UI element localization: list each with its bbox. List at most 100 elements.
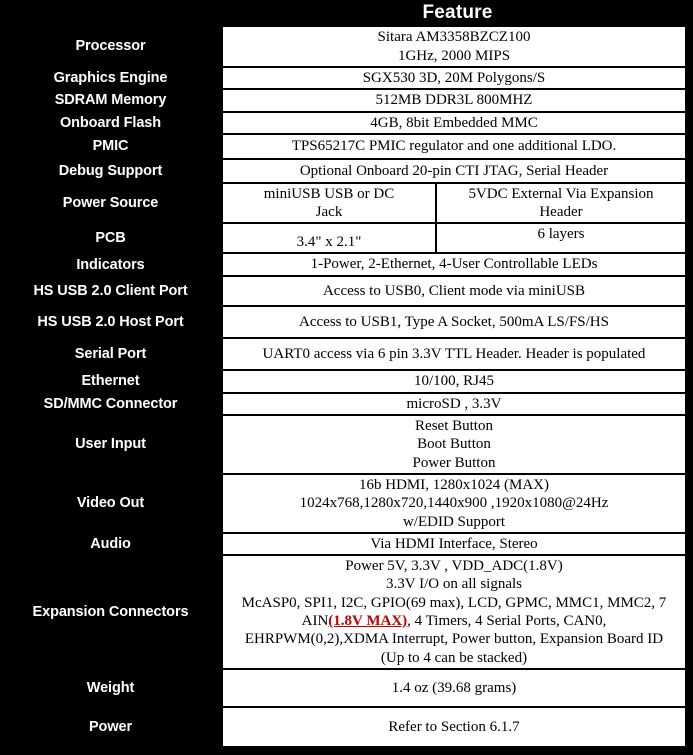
value-line: 1-Power, 2-Ethernet, 4-User Controllable…: [310, 256, 598, 273]
table-row: Audio Via HDMI Interface, Stereo: [0, 531, 693, 557]
value-line: Header: [539, 204, 583, 221]
row-label-graphics-engine: Graphics Engine: [0, 67, 222, 90]
value-line: 3.4" x 2.1": [296, 234, 362, 251]
table-row: Power Refer to Section 6.1.7: [0, 705, 693, 748]
row-label-ethernet: Ethernet: [0, 369, 222, 393]
value-line: McASP0, SPI1, I2C, GPIO(69 max), LCD, GP…: [241, 594, 667, 611]
row-value-debug-support: Optional Onboard 20-pin CTI JTAG, Serial…: [221, 157, 687, 184]
table-row: Onboard Flash 4GB, 8bit Embedded MMC: [0, 110, 693, 135]
row-value-onboard-flash: 4GB, 8bit Embedded MMC: [221, 110, 687, 135]
value-line: Access to USB0, Client mode via miniUSB: [322, 282, 586, 299]
row-value-hs-usb-host-port: Access to USB1, Type A Socket, 500mA LS/…: [221, 304, 687, 339]
value-line: Optional Onboard 20-pin CTI JTAG, Serial…: [299, 162, 609, 179]
right-edge: [686, 415, 693, 474]
value-line: EHRPWM(0,2),XDMA Interrupt, Power button…: [244, 631, 664, 648]
table-bottom-edge-row: [0, 746, 693, 755]
right-edge: [686, 275, 693, 306]
row-label-processor: Processor: [0, 26, 222, 67]
table-row: HS USB 2.0 Host Port Access to USB1, Typ…: [0, 304, 693, 339]
row-value-user-input: Reset Button Boot Button Power Button: [221, 414, 687, 475]
row-value-serial-port: UART0 access via 6 pin 3.3V TTL Header. …: [221, 336, 687, 371]
row-value-power-source-right: 5VDC External Via Expansion Header: [435, 181, 687, 225]
row-value-graphics-engine: SGX530 3D, 20M Polygons/S: [221, 65, 687, 91]
right-edge: [686, 532, 693, 556]
table-row: SD/MMC Connector microSD , 3.3V: [0, 391, 693, 417]
row-label-audio: Audio: [0, 532, 222, 556]
bottom-edge: [0, 746, 693, 755]
right-edge: [686, 392, 693, 416]
value-line: Sitara AM3358BZCZ100: [377, 29, 531, 46]
row-label-pmic: PMIC: [0, 133, 222, 159]
header-feature: Feature: [222, 0, 693, 26]
table-row: Graphics Engine SGX530 3D, 20M Polygons/…: [0, 65, 693, 91]
value-line: 5VDC External Via Expansion: [468, 185, 654, 202]
row-value-expansion-connectors: Power 5V, 3.3V , VDD_ADC(1.8V) 3.3V I/O …: [221, 554, 687, 670]
table-row: Expansion Connectors Power 5V, 3.3V , VD…: [0, 554, 693, 670]
value-line: SGX530 3D, 20M Polygons/S: [362, 70, 546, 86]
value-line: Jack: [315, 204, 343, 221]
row-value-pcb-right: 6 layers: [435, 222, 687, 255]
right-edge: [686, 89, 693, 112]
table-row: HS USB 2.0 Client Port Access to USB0, C…: [0, 274, 693, 307]
row-label-indicators: Indicators: [0, 253, 222, 276]
row-value-ethernet: 10/100, RJ45: [221, 368, 687, 394]
right-edge: [686, 555, 693, 669]
row-label-hs-usb-client-port: HS USB 2.0 Client Port: [0, 275, 222, 306]
value-line: Access to USB1, Type A Socket, 500mA LS/…: [299, 313, 609, 330]
table-row: PMIC TPS65217C PMIC regulator and one ad…: [0, 132, 693, 160]
table-row: Indicators 1-Power, 2-Ethernet, 4-User C…: [0, 252, 693, 277]
row-label-onboard-flash: Onboard Flash: [0, 111, 222, 134]
right-edge: [686, 26, 693, 67]
row-value-indicators: 1-Power, 2-Ethernet, 4-User Controllable…: [221, 252, 687, 277]
right-edge: [686, 111, 693, 134]
right-edge: [686, 706, 693, 747]
value-line-with-warning: AIN(1.8V MAX), 4 Timers, 4 Serial Ports,…: [226, 612, 682, 630]
value-line: 512MB DDR3L 800MHZ: [375, 92, 533, 109]
table-row: Processor Sitara AM3358BZCZ100 1GHz, 200…: [0, 25, 693, 68]
row-label-expansion-connectors: Expansion Connectors: [0, 555, 222, 669]
row-value-sd-mmc-connector: microSD , 3.3V: [221, 391, 687, 417]
right-edge: [686, 67, 693, 90]
row-value-sdram-memory: 512MB DDR3L 800MHZ: [221, 88, 687, 113]
row-value-weight: 1.4 oz (39.68 grams): [221, 667, 687, 708]
row-label-power: Power: [0, 706, 222, 747]
table-row: Weight 1.4 oz (39.68 grams): [0, 667, 693, 708]
row-value-power: Refer to Section 6.1.7: [221, 705, 687, 748]
value-line: miniUSB USB or DC: [263, 185, 395, 202]
table-row: Serial Port UART0 access via 6 pin 3.3V …: [0, 336, 693, 371]
row-label-serial-port: Serial Port: [0, 337, 222, 370]
row-label-power-source: Power Source: [0, 182, 222, 224]
value-line: w/EDID Support: [402, 513, 506, 530]
specification-table: Feature Processor Sitara AM3358BZCZ100 1…: [0, 0, 693, 755]
row-value-audio: Via HDMI Interface, Stereo: [221, 531, 687, 557]
right-edge: [686, 337, 693, 370]
value-line: UART0 access via 6 pin 3.3V TTL Header. …: [262, 345, 646, 362]
right-edge: [686, 253, 693, 276]
value-line: Power Button: [412, 454, 496, 471]
table-header-row: Feature: [0, 0, 693, 26]
right-edge: [686, 369, 693, 393]
value-line: Boot Button: [417, 436, 491, 453]
value-line: 1GHz, 2000 MIPS: [397, 47, 511, 64]
row-label-video-out: Video Out: [0, 473, 222, 533]
header-label-spacer: [0, 0, 222, 26]
row-label-user-input: User Input: [0, 415, 222, 474]
right-edge: [686, 305, 693, 338]
value-line: Refer to Section 6.1.7: [388, 718, 520, 735]
warning-line-prefix: AIN: [301, 613, 329, 630]
table-row: Video Out 16b HDMI, 1280x1024 (MAX) 1024…: [0, 472, 693, 534]
row-value-hs-usb-client-port: Access to USB0, Client mode via miniUSB: [221, 274, 687, 307]
table-row: PCB 3.4" x 2.1" 6 layers: [0, 222, 693, 255]
table-row: SDRAM Memory 512MB DDR3L 800MHZ: [0, 88, 693, 113]
row-label-sdram-memory: SDRAM Memory: [0, 89, 222, 112]
value-line: TPS65217C PMIC regulator and one additio…: [291, 138, 617, 155]
right-edge: [686, 133, 693, 159]
warning-line-suffix: , 4 Timers, 4 Serial Ports, CAN0,: [407, 613, 607, 630]
value-line: 16b HDMI, 1280x1024 (MAX): [359, 476, 549, 493]
voltage-warning-text: (1.8V MAX): [328, 613, 408, 630]
row-value-pmic: TPS65217C PMIC regulator and one additio…: [221, 132, 687, 160]
row-value-pcb-left: 3.4" x 2.1": [221, 222, 437, 255]
row-label-hs-usb-host-port: HS USB 2.0 Host Port: [0, 305, 222, 338]
right-edge: [686, 182, 693, 224]
table-row: Power Source miniUSB USB or DC Jack 5VDC…: [0, 181, 693, 225]
